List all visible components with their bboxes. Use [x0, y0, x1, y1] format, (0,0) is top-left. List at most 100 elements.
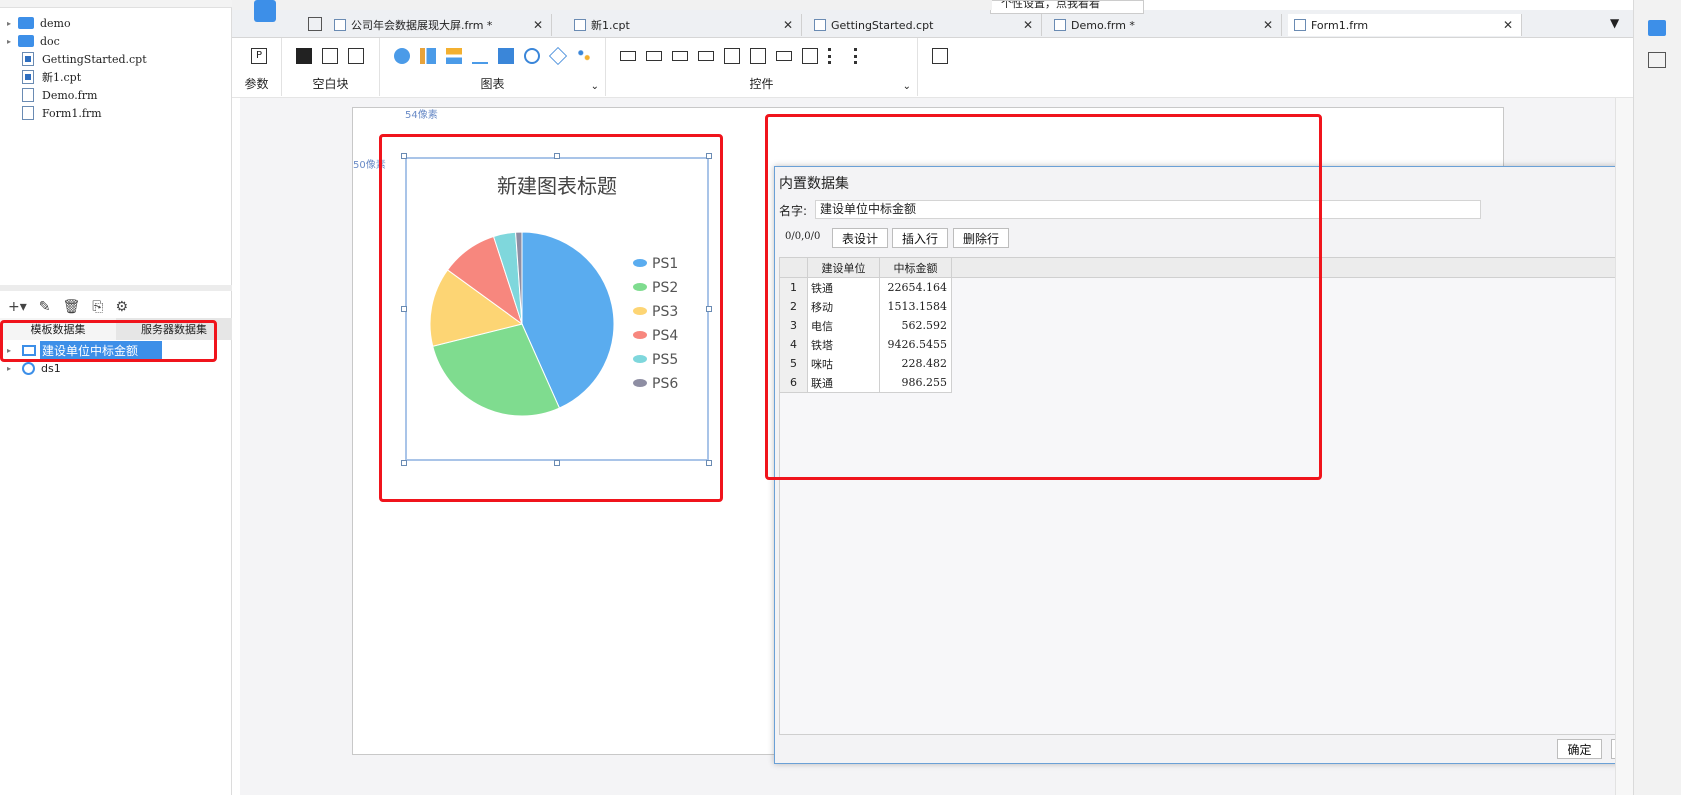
- vertical-scrollbar[interactable]: [1615, 98, 1633, 795]
- component-library-icon[interactable]: [1648, 52, 1666, 68]
- tree-item-label: doc: [40, 34, 60, 48]
- textbox-widget-icon[interactable]: [620, 51, 636, 61]
- button-widget-icon[interactable]: [672, 51, 688, 61]
- line-chart-icon[interactable]: [472, 48, 488, 64]
- gauge-chart-icon[interactable]: [524, 48, 540, 64]
- close-icon[interactable]: ✕: [1263, 18, 1273, 32]
- right-sidebar: [1633, 0, 1681, 795]
- table-widget-icon[interactable]: [750, 48, 766, 64]
- tab-label: 新1.cpt: [591, 19, 630, 32]
- tree-item[interactable]: Form1.frm: [0, 104, 102, 122]
- add-dataset-icon[interactable]: +▾: [8, 299, 27, 315]
- tree-item-label: Form1.frm: [42, 106, 102, 120]
- radar-chart-icon[interactable]: [548, 46, 568, 66]
- tab-label: Form1.frm: [1311, 18, 1369, 32]
- dataset-toolbar: +▾ ✎ 🗑 ⎘ ⚙: [0, 296, 232, 318]
- form-file-icon: [22, 106, 34, 120]
- tab-form1[interactable]: Form1.frm ✕: [1288, 14, 1522, 36]
- expand-icon[interactable]: ▸: [4, 364, 14, 373]
- checkbox-group-widget-icon[interactable]: [854, 48, 870, 64]
- tree-item-label: demo: [40, 16, 71, 30]
- hbar-chart-icon[interactable]: [446, 48, 462, 64]
- number-widget-icon[interactable]: [776, 51, 792, 61]
- form-file-icon: [1054, 19, 1066, 31]
- tree-item[interactable]: ▸ demo: [0, 14, 71, 32]
- folder-icon: [18, 17, 34, 29]
- widget-settings-icon[interactable]: [1648, 20, 1666, 36]
- pie-chart-icon[interactable]: [394, 48, 410, 64]
- form-designer-icon[interactable]: [254, 0, 276, 22]
- top-bar: [232, 0, 992, 10]
- blank-block-icon[interactable]: [296, 48, 312, 64]
- search-widget-icon[interactable]: [932, 48, 948, 64]
- ribbon-group-label: 图表: [480, 77, 505, 91]
- tree-item[interactable]: Demo.frm: [0, 86, 97, 104]
- left-panel: ▸ demo ▸ doc GettingStarted.cpt 新1.cpt Demo.fr…: [0, 0, 232, 795]
- ribbon-group-params: P 参数: [232, 38, 282, 96]
- panel-splitter[interactable]: [0, 285, 232, 291]
- ok-button[interactable]: 确定: [1557, 739, 1602, 759]
- tab-new1[interactable]: 新1.cpt ✕: [568, 14, 802, 36]
- close-icon[interactable]: ✕: [1023, 18, 1033, 32]
- close-icon[interactable]: ✕: [783, 18, 793, 32]
- folder-icon: [18, 35, 34, 47]
- tab-demo[interactable]: Demo.frm * ✕: [1048, 14, 1282, 36]
- document-tabbar: 公司年会数据展现大屏.frm * ✕ 新1.cpt ✕ GettingStarted…: [232, 10, 1649, 38]
- scatter-chart-icon[interactable]: [576, 48, 592, 64]
- report-file-icon: [814, 19, 826, 31]
- report-file-icon: [22, 70, 34, 84]
- tab-getting-started[interactable]: GettingStarted.cpt ✕: [808, 14, 1042, 36]
- highlight-dataset: [0, 320, 217, 362]
- date-widget-icon[interactable]: [724, 48, 740, 64]
- tree-item[interactable]: ▸ doc: [0, 32, 60, 50]
- report-file-icon: [574, 19, 586, 31]
- edit-icon[interactable]: ✎: [39, 299, 51, 315]
- list-widget-icon[interactable]: [802, 48, 818, 64]
- grid-layout-icon[interactable]: [348, 48, 364, 64]
- ribbon: P 参数 空白块 图表 ⌄ 控件 ⌄: [232, 38, 1649, 98]
- ribbon-group-blank: 空白块: [282, 38, 380, 96]
- close-icon[interactable]: ✕: [1503, 18, 1513, 32]
- radio-group-widget-icon[interactable]: [828, 48, 844, 64]
- tree-item-label: GettingStarted.cpt: [42, 52, 147, 66]
- ribbon-group-widgets: 控件 ⌄: [606, 38, 918, 96]
- tree-item-label: 新1.cpt: [42, 71, 82, 84]
- split-layout-icon[interactable]: [322, 48, 338, 64]
- form-file-icon: [334, 19, 346, 31]
- area-chart-icon[interactable]: [498, 48, 514, 64]
- tab-list-icon[interactable]: ▼: [1610, 16, 1619, 30]
- expand-icon[interactable]: ▸: [4, 19, 14, 28]
- tree-item-label: Demo.frm: [42, 88, 98, 102]
- dataset-settings-icon[interactable]: ⚙: [115, 299, 128, 315]
- chevron-down-icon[interactable]: ⌄: [903, 81, 911, 92]
- combobox-widget-icon[interactable]: [698, 51, 714, 61]
- parameter-icon[interactable]: P: [251, 48, 267, 64]
- ribbon-group-label: 参数: [244, 77, 269, 91]
- dataset-item-label: ds1: [41, 361, 61, 375]
- tab-label: GettingStarted.cpt: [831, 18, 934, 32]
- preview-icon[interactable]: ⎘: [92, 299, 103, 315]
- delete-icon[interactable]: 🗑: [63, 299, 81, 315]
- tooltip: 个性设置，点我看看: [990, 0, 1144, 14]
- highlight-chart: [379, 134, 723, 502]
- expand-icon[interactable]: ▸: [4, 37, 14, 46]
- ribbon-group-label: 控件: [749, 77, 774, 91]
- grid-icon[interactable]: [308, 17, 322, 31]
- tab-label: 公司年会数据展现大屏.frm *: [351, 19, 493, 32]
- chevron-down-icon[interactable]: ⌄: [591, 81, 599, 92]
- database-icon: [22, 361, 35, 375]
- tab-annual-dashboard[interactable]: 公司年会数据展现大屏.frm * ✕: [328, 14, 552, 36]
- label-widget-icon[interactable]: [646, 51, 662, 61]
- tab-label: Demo.frm *: [1071, 18, 1135, 32]
- top-spacing-label: 54像素: [405, 110, 438, 121]
- bar-chart-icon[interactable]: [420, 48, 436, 64]
- close-icon[interactable]: ✕: [533, 18, 543, 32]
- highlight-dataset-table: [765, 114, 1322, 480]
- tree-item[interactable]: GettingStarted.cpt: [0, 50, 147, 68]
- tree-toolbar: [0, 0, 232, 8]
- ribbon-group-charts: 图表 ⌄: [380, 38, 606, 96]
- form-file-icon: [22, 88, 34, 102]
- form-file-icon: [1294, 19, 1306, 31]
- tree-item[interactable]: 新1.cpt: [0, 68, 81, 86]
- ribbon-group-label: 空白块: [312, 77, 349, 91]
